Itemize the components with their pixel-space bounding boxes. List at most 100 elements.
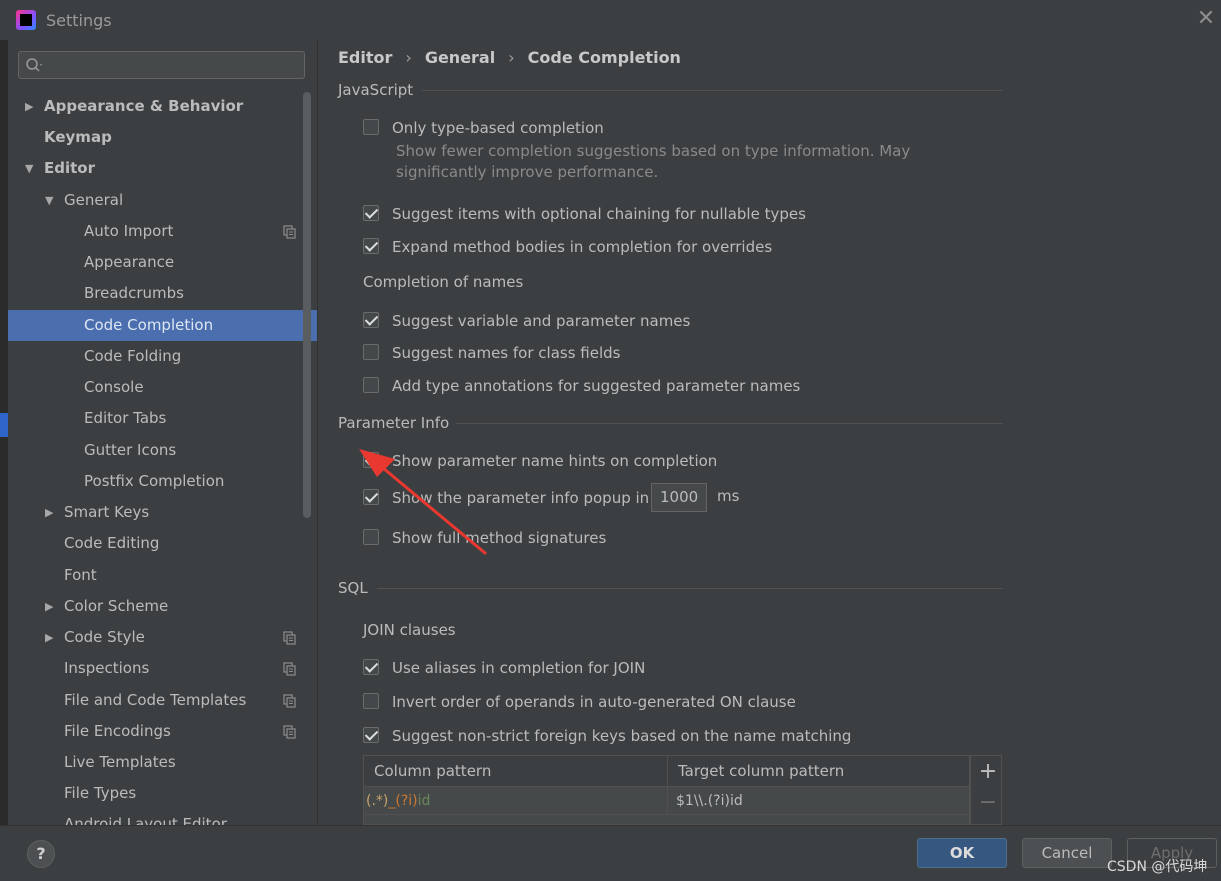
expand-method-bodies-checkbox[interactable] (363, 238, 379, 254)
breadcrumb-code-completion: Code Completion (527, 48, 681, 67)
settings-search-input[interactable] (18, 51, 305, 79)
sidebar-item-file-and-code-templates[interactable]: File and Code Templates (8, 685, 303, 716)
sidebar-item-live-templates[interactable]: Live Templates (8, 747, 303, 778)
section-divider (422, 90, 1003, 91)
sidebar-item-editor[interactable]: Editor ▼ (8, 153, 303, 184)
sidebar-item-label: Keymap (44, 128, 112, 146)
sidebar-item-label: Appearance & Behavior (44, 97, 244, 115)
sidebar-item-file-types[interactable]: File Types (8, 778, 303, 809)
completion-of-names-title: Completion of names (363, 273, 524, 291)
sidebar-item-auto-import[interactable]: Auto Import (8, 216, 303, 247)
sidebar-item-code-folding[interactable]: Code Folding (8, 341, 303, 372)
breadcrumb-editor[interactable]: Editor (338, 48, 392, 67)
sidebar-item-code-completion[interactable]: Code Completion (8, 310, 317, 341)
sidebar-item-label: Live Templates (64, 753, 176, 771)
hint-line-2: significantly improve performance. (396, 163, 659, 181)
help-button[interactable]: ? (27, 840, 55, 868)
sidebar-item-label: General (64, 191, 124, 209)
watermark: CSDN @代码坤 (1107, 859, 1208, 875)
window-title: Settings (46, 11, 112, 30)
column-pattern-header[interactable]: Column pattern (364, 756, 668, 787)
breadcrumb: Editor › General › Code Completion (338, 48, 681, 70)
collapsed-arrow-icon[interactable]: ▶ (45, 601, 57, 613)
suggest-var-names-checkbox[interactable] (363, 312, 379, 328)
parameter-info-section-title: Parameter Info (338, 414, 450, 432)
table-cell-target-pattern[interactable]: $1\\.(?i)id (668, 787, 969, 815)
add-type-annotations-label: Add type annotations for suggested param… (392, 377, 801, 395)
sidebar-item-postfix-completion[interactable]: Postfix Completion (8, 466, 303, 497)
table-cell-column-pattern[interactable]: (.*)_(?i)id (364, 787, 668, 815)
project-scope-icon (283, 631, 296, 645)
sidebar-item-gutter-icons[interactable]: Gutter Icons (8, 435, 303, 466)
sidebar-item-label: Color Scheme (64, 597, 169, 615)
sidebar-item-label: Appearance (84, 253, 175, 271)
sidebar-item-android-layout-editor[interactable]: Android Layout Editor (8, 809, 303, 825)
add-row-icon[interactable]: + (978, 758, 998, 786)
sidebar-item-label: Auto Import (84, 222, 174, 240)
optional-chaining-checkbox[interactable] (363, 205, 379, 221)
sidebar-item-label: Android Layout Editor (64, 815, 227, 825)
expanded-arrow-icon[interactable]: ▼ (45, 195, 57, 207)
expanded-arrow-icon[interactable]: ▼ (25, 163, 37, 175)
only-type-based-hint: Show fewer completion suggestions based … (396, 141, 910, 183)
use-aliases-checkbox[interactable] (363, 659, 379, 675)
sidebar-item-label: Code Folding (84, 347, 182, 365)
ok-button[interactable]: OK (917, 838, 1007, 868)
invert-order-checkbox[interactable] (363, 693, 379, 709)
only-type-based-checkbox[interactable] (363, 119, 379, 135)
sidebar-item-color-scheme[interactable]: Color Scheme ▶ (8, 591, 303, 622)
sidebar-item-label: Editor (44, 159, 95, 177)
sidebar-item-editor-tabs[interactable]: Editor Tabs (8, 403, 303, 434)
sidebar-item-code-editing[interactable]: Code Editing (8, 528, 303, 559)
join-clauses-title: JOIN clauses (363, 621, 456, 639)
intellij-logo-icon (16, 10, 36, 30)
sidebar-item-breadcrumbs[interactable]: Breadcrumbs (8, 278, 303, 309)
only-type-based-label: Only type-based completion (392, 119, 604, 137)
sidebar-item-keymap[interactable]: Keymap (8, 122, 303, 153)
sidebar-item-smart-keys[interactable]: Smart Keys ▶ (8, 497, 303, 528)
regex-group: (.*) (366, 793, 389, 809)
popup-delay-input[interactable]: 1000 (651, 483, 707, 512)
foreign-key-pattern-table: Column pattern Target column pattern (.*… (363, 755, 970, 825)
suggest-class-fields-label: Suggest names for class fields (392, 344, 621, 362)
sidebar-item-font[interactable]: Font (8, 560, 303, 591)
collapsed-arrow-icon[interactable]: ▶ (25, 101, 37, 113)
suggest-foreign-keys-checkbox[interactable] (363, 727, 379, 743)
sql-section-title: SQL (338, 579, 368, 597)
search-icon (26, 58, 42, 72)
sidebar-item-appearance-behavior[interactable]: Appearance & Behavior ▶ (8, 91, 303, 122)
sidebar-item-inspections[interactable]: Inspections (8, 653, 303, 684)
section-divider (456, 423, 1003, 424)
invert-order-label: Invert order of operands in auto-generat… (392, 693, 796, 711)
sidebar-item-label: Gutter Icons (84, 441, 177, 459)
project-scope-icon (283, 662, 296, 676)
close-icon[interactable]: ✕ (1196, 8, 1216, 30)
suggest-foreign-keys-label: Suggest non-strict foreign keys based on… (392, 727, 852, 745)
sidebar-item-label: Smart Keys (64, 503, 150, 521)
sidebar-item-code-style[interactable]: Code Style ▶ (8, 622, 303, 653)
sidebar-item-label: Inspections (64, 659, 150, 677)
sidebar-item-file-encodings[interactable]: File Encodings (8, 716, 303, 747)
sidebar-item-general[interactable]: General ▼ (8, 185, 303, 216)
add-type-annotations-checkbox[interactable] (363, 377, 379, 393)
sidebar-item-console[interactable]: Console (8, 372, 303, 403)
breadcrumb-general[interactable]: General (425, 48, 495, 67)
remove-row-icon[interactable]: − (978, 792, 998, 814)
collapsed-arrow-icon[interactable]: ▶ (45, 507, 57, 519)
suggest-var-names-label: Suggest variable and parameter names (392, 312, 691, 330)
project-scope-icon (283, 694, 296, 708)
sidebar-item-label: File Encodings (64, 722, 171, 740)
cancel-button[interactable]: Cancel (1022, 838, 1112, 868)
sidebar-item-label: Code Style (64, 628, 145, 646)
collapsed-arrow-icon[interactable]: ▶ (45, 632, 57, 644)
sidebar-item-label: Editor Tabs (84, 409, 167, 427)
javascript-section-title: JavaScript (338, 81, 414, 99)
sidebar-item-label: Console (84, 378, 144, 396)
sidebar-scrollbar[interactable] (303, 92, 311, 518)
suggest-class-fields-checkbox[interactable] (363, 344, 379, 360)
background-window-selection (0, 413, 8, 437)
sidebar-item-appearance[interactable]: Appearance (8, 247, 303, 278)
sidebar-item-label: Postfix Completion (84, 472, 225, 490)
target-column-pattern-header[interactable]: Target column pattern (668, 756, 969, 787)
sidebar-item-label: File and Code Templates (64, 691, 247, 709)
